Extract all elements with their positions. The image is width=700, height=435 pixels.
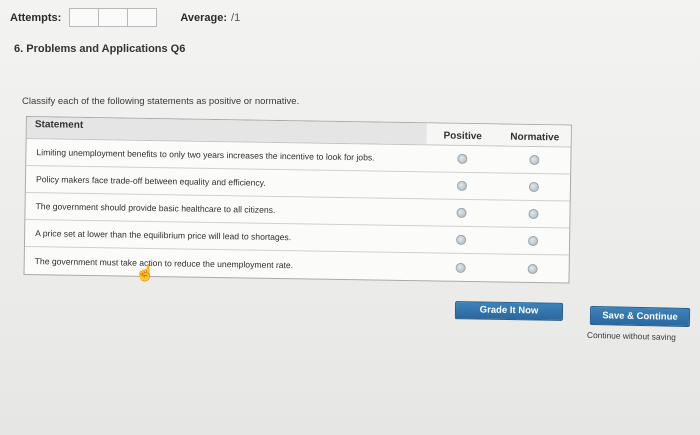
attempts-row: Attempts: Average: /1 [10, 8, 240, 27]
statement-text: The government should provide basic heal… [35, 201, 276, 215]
header-positive: Positive [426, 123, 499, 146]
average-value: /1 [231, 11, 241, 24]
problem-title: 6. Problems and Applications Q6 [14, 43, 186, 55]
assignment-page: Attempts: Average: /1 6. Problems and Ap… [0, 0, 700, 435]
header-normative: Normative [498, 124, 571, 147]
positive-radio[interactable] [456, 180, 468, 191]
grade-it-now-button[interactable]: Grade It Now [454, 301, 564, 321]
statement-text: The government must take action to reduc… [34, 255, 294, 270]
attempt-indicator [69, 8, 158, 27]
instructions: Classify each of the following statement… [22, 96, 300, 107]
positive-radio[interactable] [455, 262, 466, 273]
positive-radio[interactable] [456, 207, 467, 218]
classification-table: Statement Positive Normative Limiting un… [23, 116, 572, 284]
attempt-box [98, 8, 129, 27]
statement-text: Policy makers face trade-off between equ… [35, 174, 266, 188]
statement-text: Limiting unemployment benefits to only t… [36, 147, 375, 163]
hand-cursor-icon: ☝ [135, 265, 155, 282]
positive-radio[interactable] [456, 234, 467, 245]
normative-radio[interactable] [527, 263, 538, 274]
normative-radio[interactable] [528, 208, 539, 220]
attempt-box [69, 8, 100, 27]
continue-without-saving-link[interactable]: Continue without saving [587, 330, 676, 342]
attempt-box [127, 8, 158, 27]
attempts-label: Attempts: [10, 11, 62, 24]
normative-radio[interactable] [529, 154, 540, 166]
save-and-continue-button[interactable]: Save & Continue [589, 305, 691, 328]
normative-radio[interactable] [528, 235, 539, 247]
average-label: Average: [180, 11, 228, 24]
statement-text: A price set at lower than the equilibriu… [35, 228, 292, 243]
normative-radio[interactable] [528, 181, 540, 193]
positive-radio[interactable] [457, 153, 468, 164]
